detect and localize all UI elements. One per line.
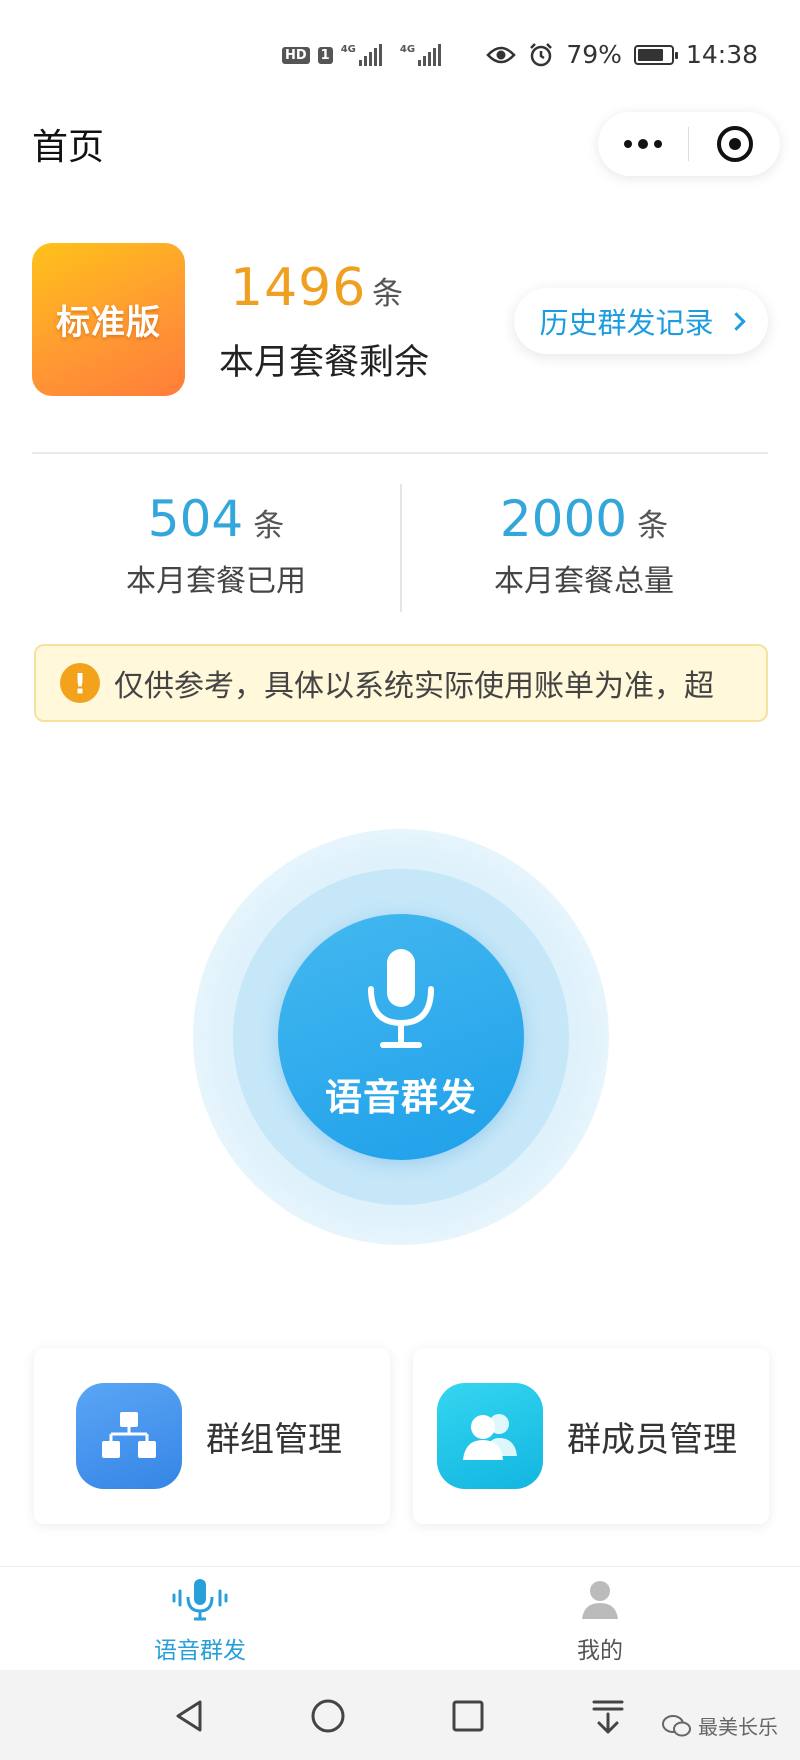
page-title: 首页 [32, 127, 105, 168]
stat-used: 504 条 本月套餐已用 [32, 490, 400, 600]
hd-badge: HD [282, 46, 310, 64]
clock: 14:38 [685, 40, 758, 69]
warning-icon: ! [60, 663, 100, 703]
remaining-label: 本月套餐剩余 [219, 343, 430, 383]
stat-label: 本月套餐已用 [126, 564, 306, 599]
stat-value: 504 [147, 490, 244, 548]
stat-label: 本月套餐总量 [494, 564, 674, 599]
notice-banner: ! 仅供参考，具体以系统实际使用账单为准，超 [34, 644, 768, 722]
microphone-icon [368, 949, 434, 1048]
users-icon [437, 1383, 543, 1489]
org-chart-icon [76, 1383, 182, 1489]
voice-broadcast-button[interactable]: 语音群发 [278, 914, 524, 1160]
member-management-label: 群成员管理 [567, 1419, 737, 1460]
more-icon[interactable] [598, 112, 688, 176]
notice-text: 仅供参考，具体以系统实际使用账单为准，超 [114, 669, 714, 704]
tab-bar: 语音群发 我的 [0, 1566, 800, 1670]
signal-icon: 4G [341, 44, 382, 66]
target-icon [716, 126, 753, 162]
wechat-icon [662, 1714, 691, 1736]
tab-mine[interactable]: 我的 [500, 1577, 700, 1665]
stat-unit: 条 [253, 508, 285, 544]
remaining-unit: 条 [372, 276, 403, 312]
stat-unit: 条 [637, 508, 669, 544]
watermark: 最美长乐 [662, 1711, 778, 1740]
voice-wave-icon [172, 1579, 228, 1621]
battery-percent: 79% [566, 40, 622, 69]
battery-icon [633, 44, 678, 65]
tab-voice-broadcast[interactable]: 语音群发 [100, 1577, 300, 1665]
alarm-icon [530, 42, 553, 66]
user-icon [582, 1581, 618, 1619]
network-indicators: HD 1 4G 4G [282, 44, 442, 66]
group-management-label: 群组管理 [206, 1419, 342, 1460]
tab-label: 语音群发 [154, 1638, 246, 1664]
plan-badge: 标准版 [32, 243, 185, 396]
notification-pulldown-icon[interactable] [588, 1696, 628, 1736]
home-icon[interactable] [308, 1696, 348, 1736]
sim-badge: 1 [317, 46, 333, 64]
remaining-count: 1496 [230, 258, 367, 318]
stat-value: 2000 [499, 490, 628, 548]
system-indicators: 79% 14:38 [486, 40, 758, 69]
status-bar: HD 1 4G 4G 79% 14:38 [0, 0, 800, 110]
history-records-button[interactable]: 历史群发记录 [514, 288, 768, 354]
tab-label: 我的 [577, 1638, 623, 1664]
member-management-card[interactable]: 群成员管理 [413, 1348, 769, 1524]
eye-icon [486, 46, 517, 63]
watermark-text: 最美长乐 [698, 1715, 778, 1739]
back-icon[interactable] [170, 1696, 210, 1736]
history-records-label: 历史群发记录 [539, 306, 714, 340]
chevron-right-icon [726, 311, 746, 331]
signal-icon: 4G [400, 44, 442, 66]
voice-broadcast-label: 语音群发 [325, 1076, 477, 1119]
stat-total: 2000 条 本月套餐总量 [400, 490, 768, 600]
recents-icon[interactable] [448, 1696, 488, 1736]
close-miniprogram-button[interactable] [689, 126, 780, 162]
divider [32, 452, 768, 454]
miniprogram-capsule [598, 112, 780, 176]
group-management-card[interactable]: 群组管理 [34, 1348, 390, 1524]
